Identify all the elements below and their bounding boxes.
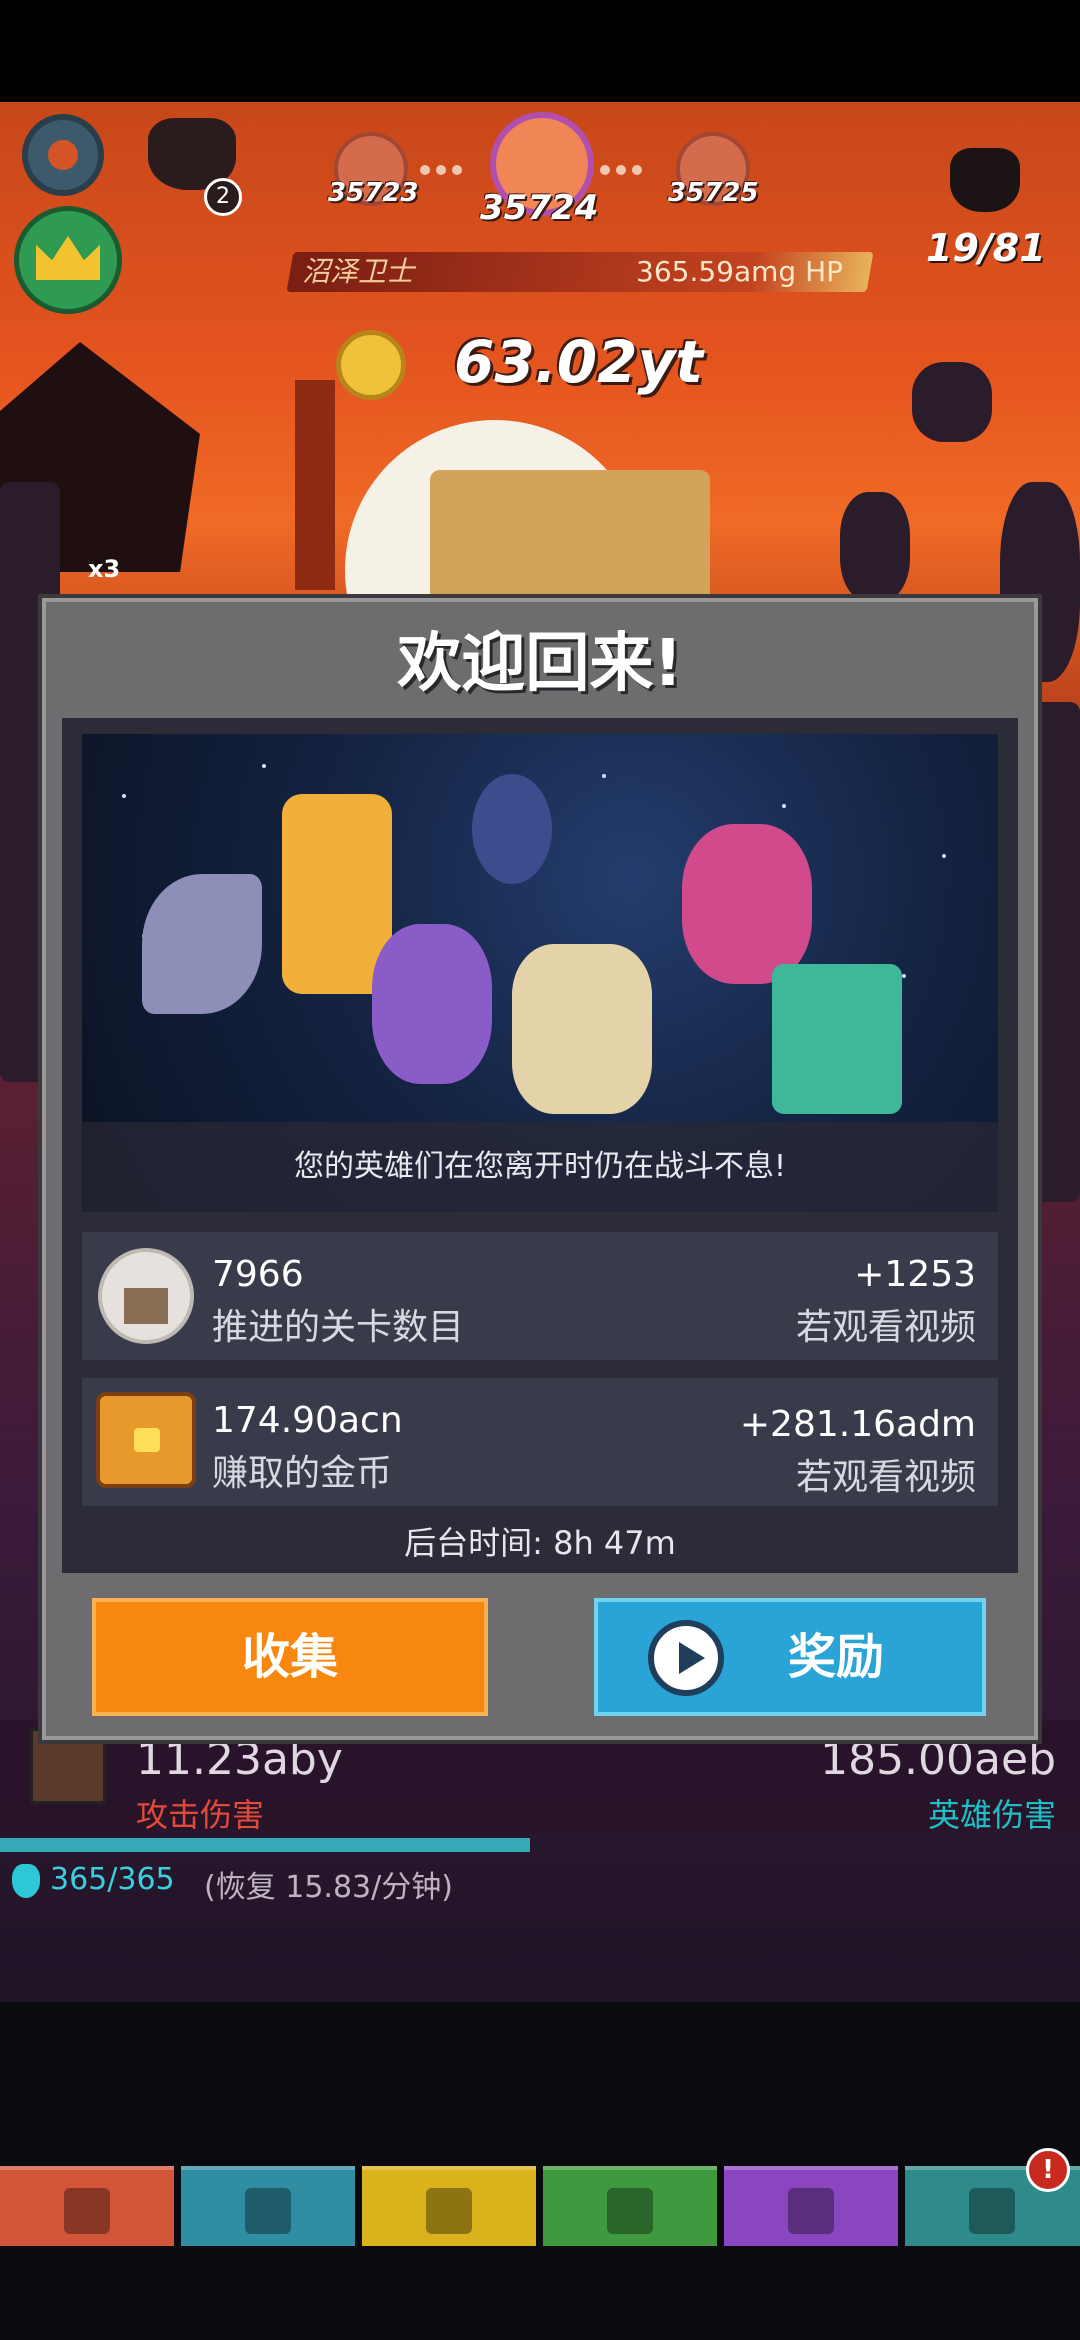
tab-alert-badge: ! bbox=[1026, 2148, 1070, 2192]
stage-dots-right bbox=[600, 160, 660, 175]
attack-damage-label: 攻击伤害 bbox=[136, 1796, 265, 1834]
castle-icon bbox=[98, 1248, 194, 1344]
axe-shape bbox=[142, 874, 262, 1014]
flying-enemy bbox=[912, 362, 992, 442]
attack-damage-value: 11.23aby bbox=[136, 1734, 343, 1785]
sword-icon bbox=[64, 2188, 110, 2234]
settings-gear-icon[interactable] bbox=[22, 114, 104, 196]
mana-value: 365/365 bbox=[50, 1862, 175, 1897]
collect-button[interactable]: 收集 bbox=[92, 1598, 488, 1716]
tab-sword[interactable] bbox=[0, 2166, 174, 2246]
main-hero bbox=[512, 944, 652, 1114]
treasure-chest-icon bbox=[96, 1392, 196, 1488]
play-video-icon bbox=[648, 1620, 724, 1696]
mana-progress-bar bbox=[0, 1838, 530, 1852]
heart-icon bbox=[788, 2188, 834, 2234]
helmet-icon bbox=[245, 2188, 291, 2234]
archer-hero bbox=[682, 824, 812, 984]
reward-button-label: 奖励 bbox=[788, 1629, 885, 1685]
mage-hero bbox=[372, 924, 492, 1084]
penguin-figure bbox=[472, 774, 552, 884]
shop-icon bbox=[969, 2188, 1015, 2234]
modal-title: 欢迎回来! bbox=[397, 627, 683, 701]
mana-regen: (恢复 15.83/分钟) bbox=[204, 1870, 453, 1905]
coins-bonus-value: +281.16adm bbox=[739, 1404, 976, 1445]
pagoda-tower bbox=[295, 380, 335, 590]
coins-bonus-label: 若观看视频 bbox=[795, 1457, 976, 1498]
stages-advanced-label: 推进的关卡数目 bbox=[212, 1307, 465, 1348]
coins-earned-label: 赚取的金币 bbox=[212, 1453, 393, 1494]
demon-count-badge: 2 bbox=[204, 178, 242, 216]
coins-earned-value: 174.90acn bbox=[212, 1400, 403, 1441]
gold-amount: 63.02yt bbox=[454, 328, 703, 396]
stages-bonus-value: +1253 bbox=[854, 1254, 976, 1295]
robot-hero bbox=[772, 964, 902, 1114]
tab-heroes[interactable] bbox=[181, 2166, 355, 2246]
mana-potion-icon bbox=[12, 1864, 40, 1898]
pet-icon bbox=[607, 2188, 653, 2234]
hero-damage-value: 185.00aeb bbox=[820, 1734, 1056, 1785]
kill-counter-icon bbox=[950, 148, 1020, 212]
stage-prev-label: 35723 bbox=[328, 178, 419, 208]
boss-name: 沼泽卫士 bbox=[302, 255, 415, 288]
stage-dots-left bbox=[420, 160, 480, 175]
stages-bonus-label: 若观看视频 bbox=[795, 1307, 976, 1348]
stage-next-label: 35725 bbox=[668, 178, 759, 208]
boss-hp-text: 365.59amg HP bbox=[636, 255, 844, 288]
stage-current-label: 35724 bbox=[480, 188, 599, 228]
gold-coin-icon bbox=[336, 330, 406, 400]
stages-advanced-value: 7966 bbox=[212, 1254, 304, 1295]
tab-artifacts[interactable] bbox=[724, 2166, 898, 2246]
tab-equipment[interactable] bbox=[362, 2166, 536, 2246]
kill-counter: 19/81 bbox=[926, 226, 1046, 270]
hero-damage-label: 英雄伤害 bbox=[927, 1796, 1056, 1834]
armor-icon bbox=[426, 2188, 472, 2234]
banner-caption: 您的英雄们在您离开时仍在战斗不息! bbox=[82, 1122, 998, 1212]
enemy-hero bbox=[840, 492, 910, 602]
tab-pets[interactable] bbox=[543, 2166, 717, 2246]
reward-video-button[interactable]: 奖励 bbox=[594, 1598, 986, 1716]
background-time: 后台时间: 8h 47m bbox=[404, 1524, 676, 1562]
multiplier-label: x3 bbox=[88, 555, 121, 583]
status-bar bbox=[0, 0, 1080, 102]
